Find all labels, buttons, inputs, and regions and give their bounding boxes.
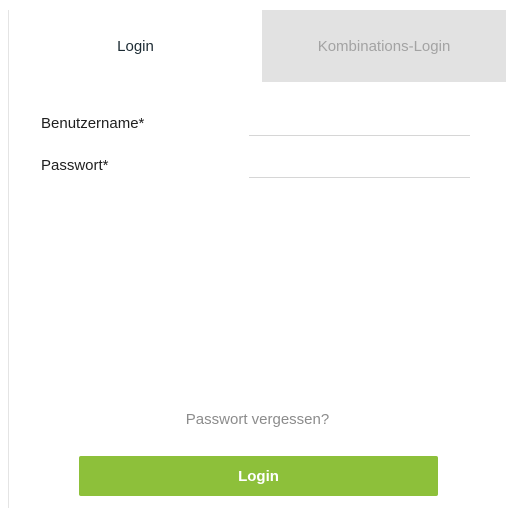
tab-login-label: Login (117, 37, 154, 55)
tab-login[interactable]: Login (9, 10, 262, 82)
tab-combination-login[interactable]: Kombinations-Login (262, 10, 506, 82)
password-label: Passwort* (41, 157, 109, 174)
forgot-password-link[interactable]: Passwort vergessen? (9, 411, 506, 428)
login-panel: Login Kombinations-Login Benutzername* P… (0, 0, 506, 508)
login-tabs: Login Kombinations-Login (9, 10, 506, 82)
username-input[interactable] (249, 113, 470, 136)
username-label: Benutzername* (41, 115, 145, 132)
password-input[interactable] (249, 155, 470, 178)
panel-border (8, 10, 9, 508)
login-button[interactable]: Login (79, 456, 438, 496)
tab-combination-login-label: Kombinations-Login (317, 37, 451, 55)
